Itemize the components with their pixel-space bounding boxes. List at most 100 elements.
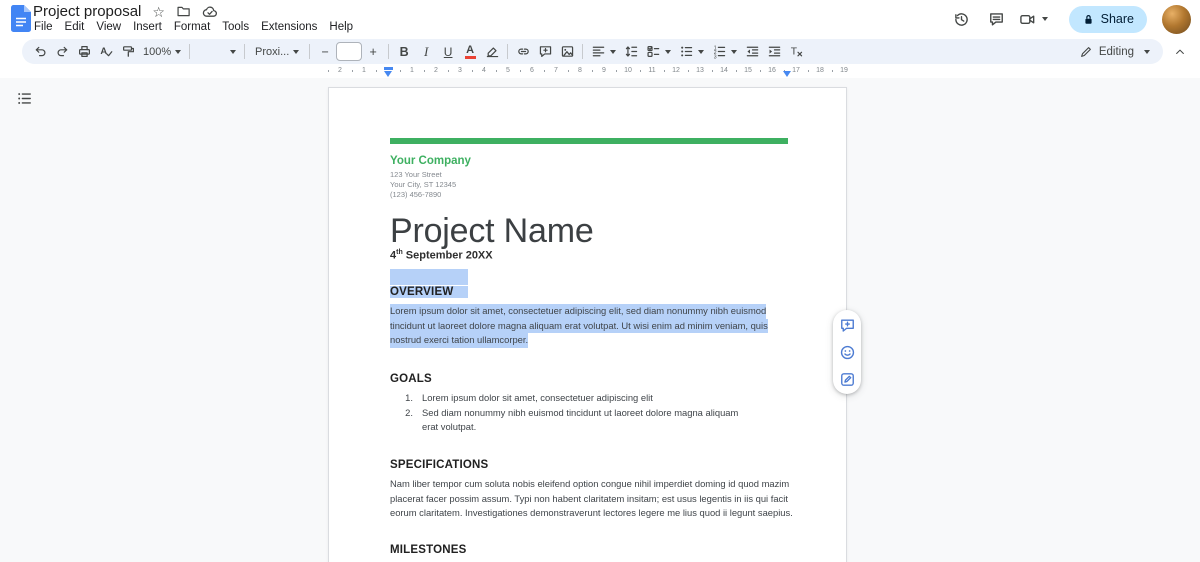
version-history-icon[interactable]	[949, 6, 975, 32]
project-title: Project Name	[390, 212, 594, 250]
font-size-input[interactable]	[336, 42, 363, 61]
paragraph-line: Nam liber tempor cum soluta nobis eleife…	[390, 478, 790, 489]
bold-button[interactable]: B	[393, 41, 415, 62]
document-header: Project proposal ☆	[33, 2, 218, 21]
account-avatar[interactable]	[1162, 4, 1191, 34]
menu-item[interactable]: View	[90, 20, 127, 34]
undo-button[interactable]	[29, 41, 51, 62]
ruler-label: 7	[543, 64, 568, 78]
menu-item[interactable]: Help	[323, 20, 359, 34]
numbered-list-icon: 123	[714, 45, 726, 59]
overview-paragraph: Lorem ipsum dolor sit amet, consectetuer…	[390, 304, 768, 348]
paint-format-button[interactable]	[117, 41, 139, 62]
pencil-icon	[1079, 45, 1093, 59]
paragraph-line: Lorem ipsum dolor sit amet, consectetuer…	[390, 304, 768, 319]
share-button[interactable]: Share	[1068, 5, 1147, 33]
video-camera-icon	[1019, 11, 1036, 28]
text-color-button[interactable]: A	[459, 41, 481, 62]
ruler-label: 2	[423, 64, 448, 78]
star-icon[interactable]: ☆	[152, 5, 165, 19]
menu-item[interactable]: Tools	[216, 20, 255, 34]
suggest-edits-button[interactable]	[837, 369, 857, 389]
move-folder-icon[interactable]	[176, 4, 191, 19]
ruler-label: 19	[831, 64, 850, 78]
menu-bar: File Edit View Insert Format Tools Extensions H…	[28, 20, 359, 34]
menu-item[interactable]: Edit	[59, 20, 91, 34]
font-size-decrease-button[interactable]: −	[314, 41, 336, 62]
right-indent-marker[interactable]	[782, 71, 791, 77]
menu-item[interactable]: Extensions	[255, 20, 323, 34]
chevron-down-icon	[610, 49, 617, 54]
numbered-list-dropdown[interactable]: 123	[708, 41, 741, 62]
accent-bar	[390, 138, 788, 144]
font-dropdown[interactable]: Proxi...	[249, 41, 305, 62]
google-docs-window: Project proposal ☆ File Edit View Insert For…	[0, 0, 1200, 562]
ruler-label: 11	[639, 64, 664, 78]
decrease-indent-button[interactable]	[741, 41, 763, 62]
menu-item[interactable]: File	[28, 20, 59, 34]
menu-item[interactable]: Insert	[127, 20, 168, 34]
highlight-color-button[interactable]	[481, 41, 503, 62]
toolbar-separator	[582, 44, 584, 59]
toolbar-separator	[388, 44, 390, 59]
menu-item[interactable]: Format	[168, 20, 216, 34]
first-line-indent-marker[interactable]	[383, 67, 393, 70]
lock-icon	[1085, 14, 1092, 24]
add-comment-button[interactable]	[534, 41, 556, 62]
share-label: Share	[1100, 12, 1134, 26]
overview-heading: OVERVIEW	[390, 285, 469, 300]
font-size-increase-button[interactable]: +	[362, 41, 384, 62]
ruler-label: 12	[663, 64, 688, 78]
line-spacing-button[interactable]	[620, 41, 642, 62]
goals-list: 1. Lorem ipsum dolor sit amet, consectet…	[390, 391, 756, 435]
show-outline-button[interactable]	[14, 88, 34, 108]
hide-menus-button[interactable]	[1171, 43, 1189, 61]
paragraph-line: placerat facer possim assum. Typi non ha…	[390, 492, 788, 504]
ruler-label: 1	[399, 64, 424, 78]
chevron-down-icon	[175, 49, 182, 54]
horizontal-ruler[interactable]: 2 1 1 2 3 4 5 6 7 8 9 10 11 12 13 14 15 16 17 18 19	[0, 64, 1200, 78]
cloud-status-icon[interactable]	[202, 4, 218, 20]
font-value: Proxi...	[255, 45, 290, 58]
checklist-dropdown[interactable]	[642, 41, 675, 62]
document-page[interactable]: Your Company 123 Your Street Your City, S…	[328, 87, 847, 562]
add-comment-float-button[interactable]	[837, 315, 857, 335]
italic-button[interactable]: I	[415, 41, 437, 62]
styles-dropdown[interactable]	[194, 41, 240, 62]
editing-mode-dropdown[interactable]: Editing	[1073, 41, 1156, 62]
address-line: 123 Your Street	[390, 170, 442, 179]
selection-highlight-blank-line	[390, 269, 468, 285]
mode-label: Editing	[1098, 45, 1134, 58]
top-bar-actions: Share	[949, 4, 1191, 34]
meet-call-button[interactable]	[1019, 11, 1048, 28]
align-left-icon	[592, 46, 605, 57]
ruler-label: 5	[495, 64, 520, 78]
print-button[interactable]	[73, 41, 95, 62]
insert-link-button[interactable]	[512, 41, 534, 62]
zoom-dropdown[interactable]: 100%	[139, 41, 185, 62]
comment-history-icon[interactable]	[984, 6, 1010, 32]
bulleted-list-dropdown[interactable]	[675, 41, 708, 62]
ruler-label: 3	[447, 64, 472, 78]
align-dropdown[interactable]	[587, 41, 620, 62]
specifications-heading: SPECIFICATIONS	[390, 459, 489, 471]
paragraph-line: eorum claritatem. Investigationes demons…	[390, 507, 793, 519]
document-canvas: Your Company 123 Your Street Your City, S…	[0, 78, 1200, 562]
increase-indent-button[interactable]	[763, 41, 785, 62]
address-line: Your City, ST 12345	[390, 180, 457, 189]
chevron-down-icon	[665, 49, 672, 54]
list-text: Sed diam nonummy nibh euismod tincidunt …	[422, 406, 739, 433]
ruler-label: 4	[471, 64, 496, 78]
emoji-reaction-button[interactable]	[837, 342, 857, 362]
svg-text:A: A	[100, 46, 107, 56]
ruler-label: 6	[519, 64, 544, 78]
redo-button[interactable]	[51, 41, 73, 62]
toolbar-separator	[244, 44, 246, 59]
clear-formatting-button[interactable]: T	[785, 41, 807, 62]
ruler-label: 13	[687, 64, 712, 78]
document-title[interactable]: Project proposal	[33, 3, 141, 20]
insert-image-button[interactable]	[556, 41, 578, 62]
left-indent-marker[interactable]	[383, 71, 392, 77]
underline-button[interactable]: U	[437, 41, 459, 62]
spellcheck-button[interactable]: A	[95, 41, 117, 62]
